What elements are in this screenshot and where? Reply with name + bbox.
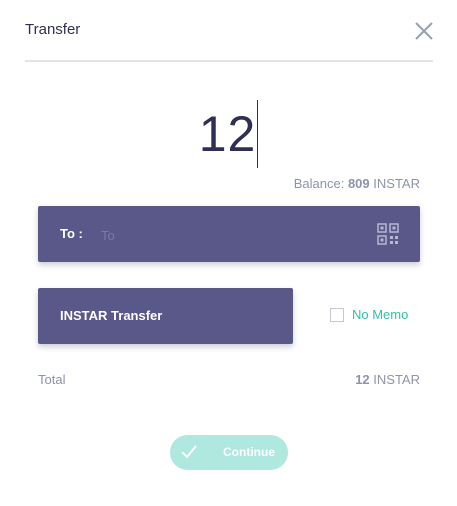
no-memo-option[interactable]: No Memo [330,307,408,322]
text-caret [257,100,259,168]
balance-unit: INSTAR [373,176,420,191]
balance-value: 809 [347,176,370,191]
recipient-input[interactable] [99,223,363,247]
qr-scan-button[interactable] [377,223,399,245]
recipient-field: To : [38,206,420,262]
qr-code-icon [377,223,399,245]
transfer-modal: Transfer 12 Balance: 809 INSTAR To : To … [0,0,457,506]
continue-button[interactable]: Continue [170,435,288,470]
close-icon [415,22,433,40]
no-memo-label: No Memo [352,307,409,322]
recipient-label: To : [60,226,83,241]
continue-label: Continue [223,445,275,459]
check-icon [181,445,197,459]
memo-selector[interactable]: INSTAR Transfer [38,288,293,344]
total-label: Total [38,372,66,387]
total-value: 12 [355,372,370,387]
total-unit: INSTAR [373,372,420,387]
close-button[interactable] [413,20,435,42]
header-divider [25,60,433,62]
amount-input[interactable]: 12 [0,98,457,170]
balance-display: Balance: 809 INSTAR [294,176,420,191]
balance-label: Balance: [293,176,345,191]
modal-title: Transfer [25,21,81,38]
no-memo-checkbox[interactable] [330,307,344,322]
total-display: 12 INSTAR [355,372,420,387]
amount-value: 12 [198,106,257,162]
memo-label: INSTAR Transfer [60,308,163,323]
